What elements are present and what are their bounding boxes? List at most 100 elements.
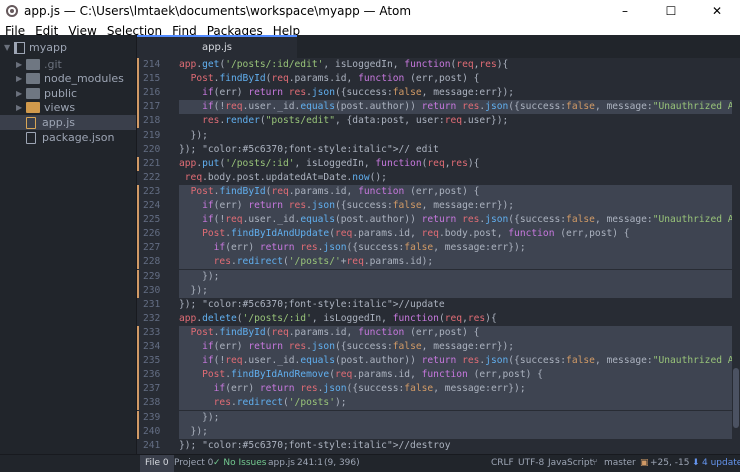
status-bar: File 0 Project 0 ✓ No Issues app.js 241:… bbox=[0, 454, 740, 472]
tree-root-myapp[interactable]: ▼ myapp bbox=[4, 40, 134, 55]
title-bar: app.js — C:\Users\lmtaek\documents\works… bbox=[0, 0, 740, 22]
code-line[interactable]: Post.findById(req.params.id, function (e… bbox=[179, 72, 740, 86]
chevron-right-icon: ▶ bbox=[16, 89, 23, 98]
code-line[interactable]: res.redirect('/posts'); bbox=[179, 396, 740, 411]
folder-icon bbox=[26, 88, 40, 99]
line-number: 233 bbox=[137, 325, 179, 341]
code-line[interactable]: if(!req.user._id.equals(post.author)) re… bbox=[179, 213, 740, 228]
line-number: 223 bbox=[137, 184, 179, 200]
tree-item-label: app.js bbox=[42, 116, 75, 129]
line-number: 216 bbox=[137, 86, 179, 101]
code-line[interactable]: }); "color:#5c6370;font-style:italic">//… bbox=[179, 143, 740, 157]
tree-root-label: myapp bbox=[29, 41, 67, 54]
code-line[interactable]: }); bbox=[179, 129, 740, 143]
tab-app-js[interactable]: app.js bbox=[137, 35, 297, 58]
code-line[interactable]: }); "color:#5c6370;font-style:italic">//… bbox=[179, 298, 740, 312]
linter-status[interactable]: ✓ No Issues bbox=[213, 455, 266, 472]
code-line[interactable]: app.put('/posts/:id', isLoggedIn, functi… bbox=[179, 157, 740, 171]
folder-icon bbox=[26, 102, 40, 113]
encoding-selector[interactable]: UTF-8 bbox=[518, 455, 544, 472]
code-line[interactable]: if(err) return res.json({success:false, … bbox=[179, 340, 740, 355]
package-updates[interactable]: 4 updates bbox=[702, 455, 740, 472]
git-branch[interactable]: master bbox=[604, 455, 636, 472]
grammar-selector[interactable]: JavaScript bbox=[548, 455, 593, 472]
file-icon bbox=[26, 131, 36, 144]
code-line[interactable]: }); bbox=[179, 269, 740, 284]
line-number: 230 bbox=[137, 283, 179, 298]
tree-item-public[interactable]: ▶ public bbox=[16, 86, 134, 101]
chevron-right-icon: ▶ bbox=[16, 74, 23, 83]
maximize-button[interactable]: ☐ bbox=[648, 0, 694, 22]
line-number: 236 bbox=[137, 368, 179, 383]
code-line[interactable]: if(err) return res.json({success:false, … bbox=[179, 382, 740, 397]
code-line[interactable]: if(err) return res.json({success:false, … bbox=[179, 86, 740, 100]
download-icon: ⬇ bbox=[692, 458, 700, 468]
chevron-down-icon: ▼ bbox=[4, 43, 11, 52]
line-number-gutter: 214 215 216 217 218 219 220 221 222 223 224 225 226 2… bbox=[137, 58, 179, 454]
tree-item-git[interactable]: ▶ .git bbox=[16, 57, 134, 72]
line-number: 225 bbox=[137, 213, 179, 228]
code-line[interactable]: }); bbox=[179, 424, 740, 439]
selection-count[interactable]: (9, 396) bbox=[324, 455, 360, 472]
line-number: 237 bbox=[137, 382, 179, 397]
code-line[interactable]: }); bbox=[179, 283, 740, 298]
code-line[interactable]: Post.findByIdAndRemove(req.params.id, fu… bbox=[179, 368, 740, 383]
line-number: 224 bbox=[137, 199, 179, 214]
line-number: 217 bbox=[137, 100, 179, 115]
code-line[interactable]: Post.findById(req.params.id, function (e… bbox=[179, 184, 740, 199]
tree-item-views[interactable]: ▶ views bbox=[16, 100, 134, 115]
file-tab-count[interactable]: File 0 bbox=[140, 455, 174, 472]
code-area[interactable]: app.get('/posts/:id/edit', isLoggedIn, f… bbox=[179, 58, 740, 454]
tree-item-app-js[interactable]: app.js bbox=[0, 115, 136, 130]
line-number: 239 bbox=[137, 410, 179, 425]
code-line[interactable]: req.body.post.updatedAt=Date.now(); bbox=[179, 171, 740, 185]
tree-view: ▼ myapp ▶ .git ▶ node_modules ▶ public ▶… bbox=[0, 35, 137, 454]
line-number: 234 bbox=[137, 340, 179, 355]
status-filename[interactable]: app.js bbox=[268, 455, 295, 472]
code-line[interactable]: Post.findById(req.params.id, function (e… bbox=[179, 325, 740, 340]
folder-icon bbox=[26, 73, 40, 84]
code-line[interactable]: res.render("posts/edit", {data:post, use… bbox=[179, 114, 740, 128]
tree-item-node-modules[interactable]: ▶ node_modules bbox=[16, 71, 134, 86]
code-line[interactable]: if(err) return res.json({success:false, … bbox=[179, 241, 740, 256]
line-number: 232 bbox=[143, 312, 161, 324]
line-number: 240 bbox=[137, 424, 179, 439]
line-number: 221 bbox=[137, 156, 179, 171]
line-number: 215 bbox=[137, 72, 179, 87]
code-line[interactable]: if(!req.user._id.equals(post.author)) re… bbox=[179, 100, 740, 115]
code-line[interactable]: }); "color:#5c6370;font-style:italic">//… bbox=[179, 439, 740, 453]
line-ending-selector[interactable]: CRLF bbox=[491, 455, 514, 472]
folder-icon bbox=[26, 59, 40, 70]
tree-item-label: views bbox=[44, 101, 76, 114]
repo-icon bbox=[14, 41, 25, 54]
code-line[interactable]: app.delete('/posts/:id', isLoggedIn, fun… bbox=[179, 312, 740, 326]
atom-logo-icon bbox=[6, 5, 18, 17]
line-number: 218 bbox=[137, 114, 179, 129]
chevron-right-icon: ▶ bbox=[16, 60, 23, 69]
code-line[interactable]: if(!req.user._id.equals(post.author)) re… bbox=[179, 354, 740, 369]
git-diff-stats[interactable]: +25, -15 bbox=[650, 455, 689, 472]
line-number: 222 bbox=[143, 171, 161, 183]
diff-icon: ▣ bbox=[640, 458, 649, 468]
minimize-button[interactable]: – bbox=[602, 0, 648, 22]
cursor-position[interactable]: 241:1 bbox=[297, 455, 323, 472]
code-line[interactable]: Post.findByIdAndUpdate(req.params.id, re… bbox=[179, 227, 740, 242]
close-button[interactable]: ✕ bbox=[694, 0, 740, 22]
line-number: 241 bbox=[143, 439, 161, 451]
window-title: app.js — C:\Users\lmtaek\documents\works… bbox=[24, 4, 412, 18]
text-editor[interactable]: 214 215 216 217 218 219 220 221 222 223 224 225 226 2… bbox=[137, 58, 740, 454]
scrollbar-thumb[interactable] bbox=[733, 368, 739, 428]
line-number: 227 bbox=[137, 241, 179, 256]
tree-item-package-json[interactable]: package.json bbox=[26, 130, 134, 145]
vertical-scrollbar[interactable] bbox=[732, 58, 740, 454]
branch-icon: ⑂ bbox=[592, 458, 598, 468]
workspace: ▼ myapp ▶ .git ▶ node_modules ▶ public ▶… bbox=[0, 35, 740, 454]
line-number: 235 bbox=[137, 354, 179, 369]
code-line[interactable]: if(err) return res.json({success:false, … bbox=[179, 199, 740, 214]
code-line[interactable]: }); bbox=[179, 410, 740, 425]
code-line[interactable]: res.redirect('/posts/'+req.params.id); bbox=[179, 255, 740, 270]
project-tab-count[interactable]: Project 0 bbox=[174, 455, 213, 472]
tree-item-label: package.json bbox=[42, 131, 115, 144]
js-file-icon bbox=[26, 116, 36, 129]
code-line[interactable]: app.get('/posts/:id/edit', isLoggedIn, f… bbox=[179, 58, 740, 72]
